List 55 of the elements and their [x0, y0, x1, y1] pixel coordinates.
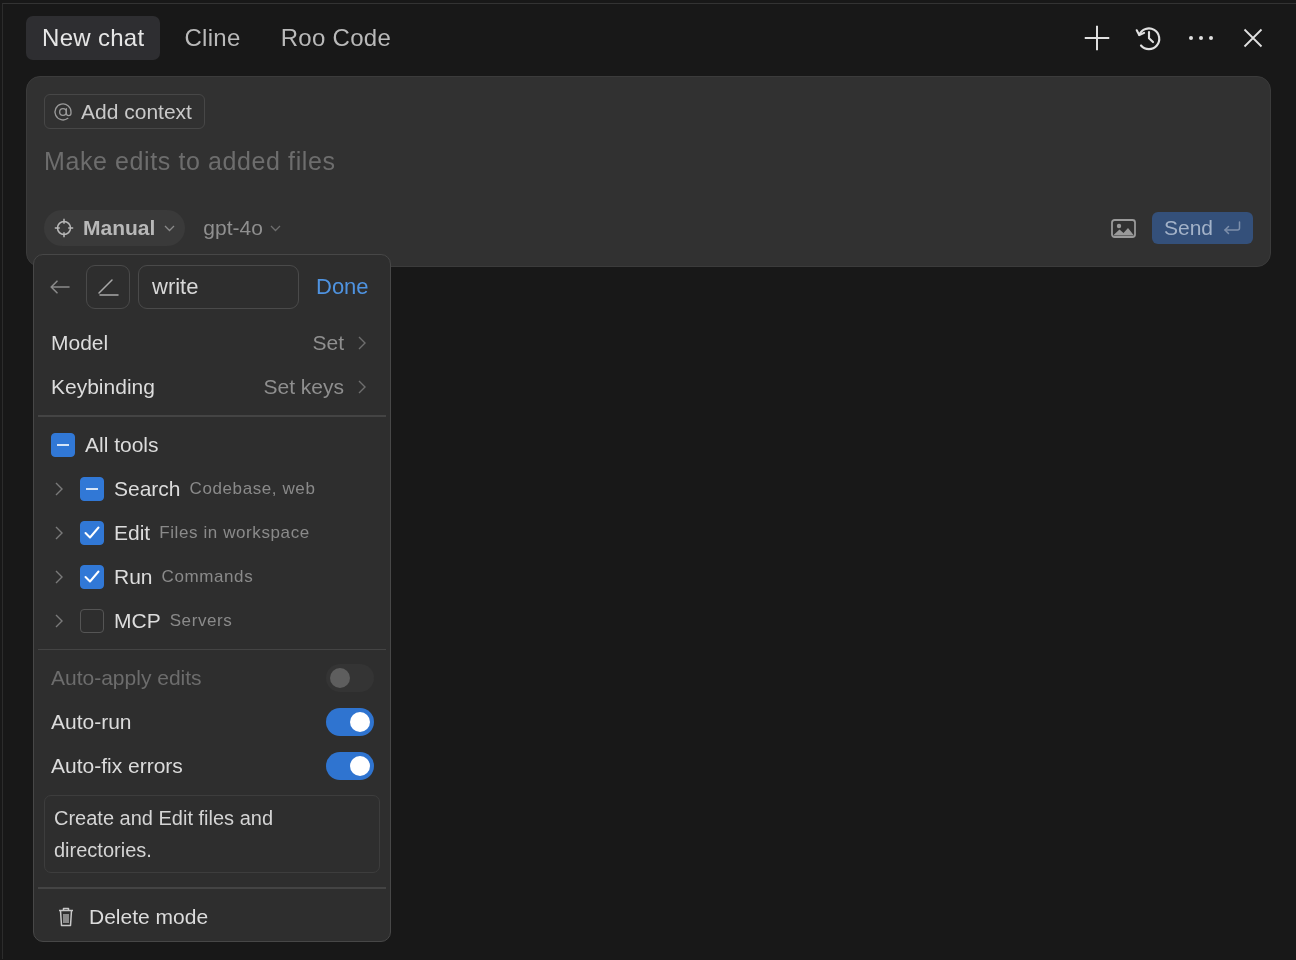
- tool-name: Run: [114, 564, 153, 589]
- checkmark-icon: [84, 570, 100, 583]
- mode-name-field[interactable]: write: [138, 265, 299, 309]
- mode-description: Create and Edit files and directories.: [44, 795, 380, 873]
- at-sign-icon: [53, 101, 73, 122]
- send-button[interactable]: Send: [1151, 212, 1253, 244]
- chevron-down-icon: [269, 224, 281, 232]
- tool-name: Edit: [114, 520, 151, 545]
- image-icon[interactable]: [1110, 218, 1136, 238]
- tool-description: Servers: [169, 610, 233, 631]
- delete-mode-button[interactable]: Delete mode: [38, 894, 386, 939]
- message-field[interactable]: Make edits to added files: [44, 141, 1253, 201]
- tool-name: Search: [114, 476, 181, 501]
- expand-chevron-icon[interactable]: [55, 613, 63, 628]
- pencil-button[interactable]: [86, 265, 130, 309]
- checkmark-icon: [84, 526, 100, 539]
- tool-description: Files in workspace: [159, 522, 310, 543]
- checkbox[interactable]: [51, 432, 75, 457]
- expand-chevron-icon[interactable]: [55, 481, 63, 496]
- chevron-right-icon: [358, 336, 366, 350]
- plus-icon[interactable]: [1083, 24, 1111, 52]
- pencil-icon: [97, 278, 119, 296]
- tool-description: Codebase, web: [189, 478, 316, 499]
- checkbox[interactable]: [80, 608, 104, 633]
- menu-item[interactable]: Keybinding Set keys: [38, 365, 386, 409]
- back-arrow-icon[interactable]: [50, 280, 70, 294]
- checkbox[interactable]: [80, 564, 104, 589]
- checkbox[interactable]: [80, 520, 104, 545]
- trash-icon: [58, 906, 74, 927]
- more-icon[interactable]: [1188, 35, 1214, 41]
- add-context-button[interactable]: Add context: [44, 94, 205, 129]
- expand-chevron-icon[interactable]: [55, 525, 63, 540]
- chat-input-box[interactable]: Add context Make edits to added files Manual gpt-4o Send: [26, 76, 1271, 267]
- tool-name: MCP: [114, 608, 161, 633]
- tab[interactable]: New chat: [26, 16, 161, 60]
- toggle-switch[interactable]: [326, 708, 374, 736]
- crosshair-icon: [54, 218, 74, 238]
- tab[interactable]: Roo Code: [264, 16, 408, 60]
- checkbox-label: All tools: [85, 432, 159, 457]
- option-label: Auto-fix errors: [51, 754, 183, 778]
- return-icon: [1223, 221, 1241, 235]
- toggle-switch[interactable]: [326, 752, 374, 780]
- model-dropdown[interactable]: gpt-4o: [203, 216, 281, 240]
- chevron-down-icon: [164, 224, 176, 232]
- expand-chevron-icon[interactable]: [55, 569, 63, 584]
- option-label: Auto-run: [51, 710, 132, 734]
- option-label: Auto-apply edits: [51, 666, 202, 690]
- menu-item[interactable]: Model Set: [38, 321, 386, 365]
- chevron-right-icon: [358, 380, 366, 394]
- checkbox[interactable]: [80, 476, 104, 501]
- done-button[interactable]: Done: [316, 274, 369, 300]
- mode-dropdown[interactable]: Manual: [44, 210, 186, 246]
- tool-description: Commands: [161, 566, 254, 587]
- close-icon[interactable]: [1243, 28, 1263, 48]
- tab[interactable]: Cline: [168, 16, 257, 60]
